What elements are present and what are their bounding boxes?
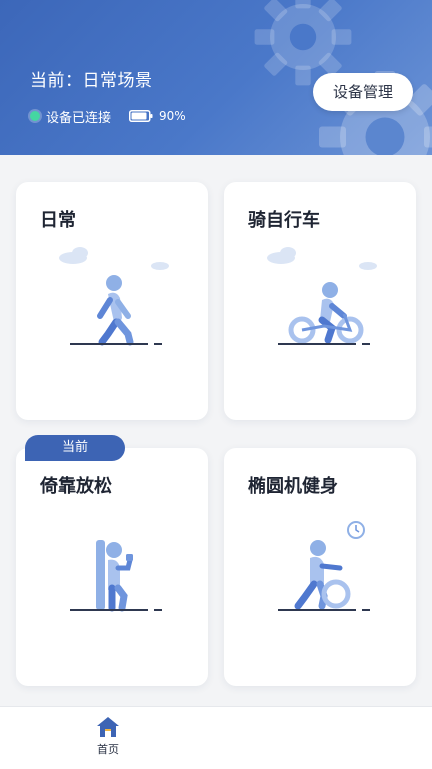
battery-icon: [129, 110, 153, 122]
leaning-person-icon: [70, 540, 162, 612]
card-title: 倚靠放松: [40, 476, 112, 497]
bottom-navigation: 首页: [0, 706, 432, 769]
cycling-person-icon: [267, 247, 377, 345]
card-title: 日常: [40, 210, 76, 231]
scene-card-elliptical[interactable]: 椭圆机健身: [224, 448, 416, 686]
current-scene-badge: 当前: [25, 435, 125, 461]
battery-level-text: 90%: [159, 109, 186, 123]
elliptical-person-icon: [278, 521, 370, 611]
nav-home-tab[interactable]: 首页: [80, 715, 136, 765]
header-banner: 当前：日常场景 设备已连接 90% 设备管理: [0, 0, 432, 155]
battery-indicator: 90%: [129, 109, 186, 123]
home-icon: [97, 717, 119, 737]
device-management-button[interactable]: 设备管理: [313, 73, 413, 111]
connection-status-text: 设备已连接: [46, 110, 112, 126]
connected-status-dot-icon: [30, 111, 40, 121]
card-title: 椭圆机健身: [248, 476, 338, 497]
scene-card-leaning-relax[interactable]: 倚靠放松: [16, 448, 208, 686]
walking-person-icon: [59, 247, 169, 346]
nav-home-label: 首页: [97, 743, 119, 756]
device-status-row: 设备已连接 90%: [30, 106, 186, 126]
card-title: 骑自行车: [248, 210, 320, 231]
scene-card-cycling[interactable]: 骑自行车: [224, 182, 416, 420]
scene-card-daily[interactable]: 日常: [16, 182, 208, 420]
current-scene-title: 当前：日常场景: [30, 71, 153, 91]
